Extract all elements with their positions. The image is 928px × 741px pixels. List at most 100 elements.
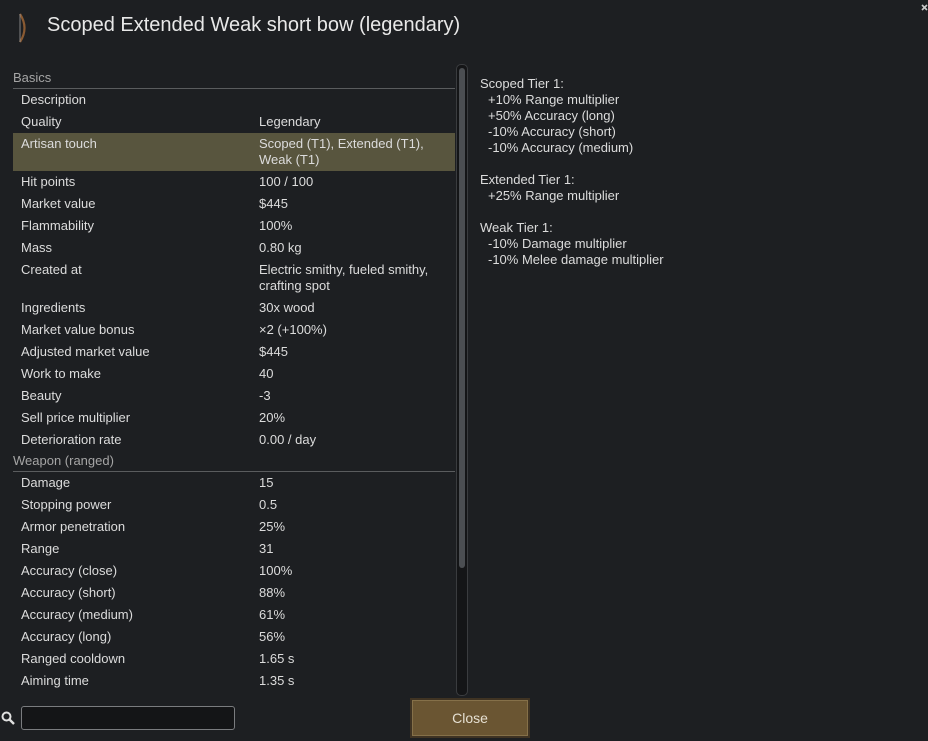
stats-scrollbar[interactable] <box>456 64 468 696</box>
stat-label: Ingredients <box>21 300 86 315</box>
title-bar: Scoped Extended Weak short bow (legendar… <box>0 0 928 56</box>
stat-label: Quality <box>21 114 62 129</box>
stat-label: Ranged cooldown <box>21 651 126 666</box>
stat-value: 15 <box>259 475 274 490</box>
stat-row[interactable]: Work to make 40 <box>13 363 455 385</box>
stat-row[interactable]: Accuracy (close) 100% <box>13 560 455 582</box>
stat-row[interactable]: Ingredients 30x wood <box>13 297 455 319</box>
stat-value: -3 <box>259 388 271 403</box>
modifier-group: Extended Tier 1: +25% Range multiplier <box>480 172 920 204</box>
stats-panel: Basics Description Quality Legendary Artisan… <box>13 66 455 696</box>
stat-value: 56% <box>259 629 286 644</box>
stat-value: 1.65 s <box>259 651 295 666</box>
stat-label: Hit points <box>21 174 76 189</box>
stat-row[interactable]: Market value bonus ×2 (+100%) <box>13 319 455 341</box>
modifier-group: Weak Tier 1: -10% Damage multiplier -10% M… <box>480 220 920 268</box>
stat-row[interactable]: Armor penetration 25% <box>13 516 455 538</box>
stat-value: 0.5 <box>259 497 278 512</box>
stat-value: 30x wood <box>259 300 315 315</box>
stat-value: 61% <box>259 607 286 622</box>
stat-label: Armor penetration <box>21 519 126 534</box>
stat-label: Damage <box>21 475 71 490</box>
stat-label: Stopping power <box>21 497 112 512</box>
stat-value: 100% <box>259 218 293 233</box>
search-icon <box>1 711 15 725</box>
stat-value <box>259 92 455 108</box>
stat-row[interactable]: Adjusted market value $445 <box>13 341 455 363</box>
modifier-line: -10% Accuracy (medium) <box>488 140 634 155</box>
stat-value: 31 <box>259 541 274 556</box>
stat-row[interactable]: Range 31 <box>13 538 455 560</box>
stat-label: Market value bonus <box>21 322 135 337</box>
stat-label: Sell price multiplier <box>21 410 131 425</box>
stat-row[interactable]: Created at Electric smithy, fueled smithy… <box>13 259 455 297</box>
stat-row[interactable]: Beauty -3 <box>13 385 455 407</box>
modifier-heading: Extended Tier 1: <box>480 172 575 187</box>
modifier-heading: Weak Tier 1: <box>480 220 553 235</box>
stat-row[interactable]: Accuracy (medium) 61% <box>13 604 455 626</box>
stat-row[interactable]: Deterioration rate 0.00 / day <box>13 429 455 451</box>
stat-label: Accuracy (long) <box>21 629 112 644</box>
stat-row[interactable]: Damage 15 <box>13 472 455 494</box>
stat-row[interactable]: Description <box>13 89 455 111</box>
window-title: Scoped Extended Weak short bow (legendar… <box>47 14 461 36</box>
stat-row[interactable]: Mass 0.80 kg <box>13 237 455 259</box>
stat-value: Scoped (T1), Extended (T1), Weak (T1) <box>259 136 424 167</box>
stat-label: Flammability <box>21 218 94 233</box>
stat-row[interactable]: Sell price multiplier 20% <box>13 407 455 429</box>
stat-row[interactable]: Accuracy (short) 88% <box>13 582 455 604</box>
section-header: Basics <box>13 68 455 89</box>
stat-value: $445 <box>259 196 288 211</box>
modifier-line: -10% Accuracy (short) <box>488 124 616 139</box>
close-button[interactable]: Close <box>410 698 530 738</box>
stat-value: 100 / 100 <box>259 174 314 189</box>
modifier-line: -10% Damage multiplier <box>488 236 627 251</box>
stat-row[interactable]: Quality Legendary <box>13 111 455 133</box>
stat-label: Created at <box>21 262 82 277</box>
modifier-line: -10% Melee damage multiplier <box>488 252 664 267</box>
stat-value: Legendary <box>259 114 321 129</box>
stat-value: $445 <box>259 344 288 359</box>
stat-row[interactable]: Artisan touch Scoped (T1), Extended (T1),… <box>13 133 455 171</box>
stat-label: Adjusted market value <box>21 344 150 359</box>
stat-label: Beauty <box>21 388 62 403</box>
stat-value: 40 <box>259 366 274 381</box>
stat-label: Accuracy (medium) <box>21 607 133 622</box>
modifier-line: +10% Range multiplier <box>488 92 620 107</box>
stat-value: 0.00 / day <box>259 432 317 447</box>
short-bow-icon <box>14 12 32 44</box>
modifier-heading: Scoped Tier 1: <box>480 76 564 91</box>
stat-label: Accuracy (close) <box>21 563 118 578</box>
stat-label: Market value <box>21 196 96 211</box>
stat-label: Accuracy (short) <box>21 585 116 600</box>
stat-label: Deterioration rate <box>21 432 122 447</box>
stat-row[interactable]: Stopping power 0.5 <box>13 494 455 516</box>
close-icon[interactable] <box>914 0 928 14</box>
stat-label: Description <box>21 92 87 107</box>
stat-row[interactable]: Market value $445 <box>13 193 455 215</box>
description-panel: Scoped Tier 1: +10% Range multiplier +50% … <box>480 76 920 284</box>
stat-value: 0.80 kg <box>259 240 302 255</box>
stat-value: 20% <box>259 410 286 425</box>
stat-label: Range <box>21 541 60 556</box>
stat-label: Mass <box>21 240 53 255</box>
modifier-group: Scoped Tier 1: +10% Range multiplier +50% … <box>480 76 920 156</box>
section-header: Weapon (ranged) <box>13 451 455 472</box>
stat-value: 100% <box>259 563 293 578</box>
stat-row[interactable]: Ranged cooldown 1.65 s <box>13 648 455 670</box>
stat-value: 25% <box>259 519 286 534</box>
stat-row[interactable]: Flammability 100% <box>13 215 455 237</box>
search-area <box>0 705 240 731</box>
modifier-line: +50% Accuracy (long) <box>488 108 615 123</box>
stat-row[interactable]: Aiming time 1.35 s <box>13 670 455 692</box>
stat-value: 88% <box>259 585 286 600</box>
modifier-line: +25% Range multiplier <box>488 188 620 203</box>
stat-label: Aiming time <box>21 673 89 688</box>
scrollbar-thumb[interactable] <box>459 68 465 568</box>
stat-label: Work to make <box>21 366 101 381</box>
stat-value: Electric smithy, fueled smithy, crafting… <box>259 262 429 293</box>
stat-row[interactable]: Hit points 100 / 100 <box>13 171 455 193</box>
stat-value: 1.35 s <box>259 673 295 688</box>
search-input[interactable] <box>21 706 235 730</box>
stat-row[interactable]: Accuracy (long) 56% <box>13 626 455 648</box>
